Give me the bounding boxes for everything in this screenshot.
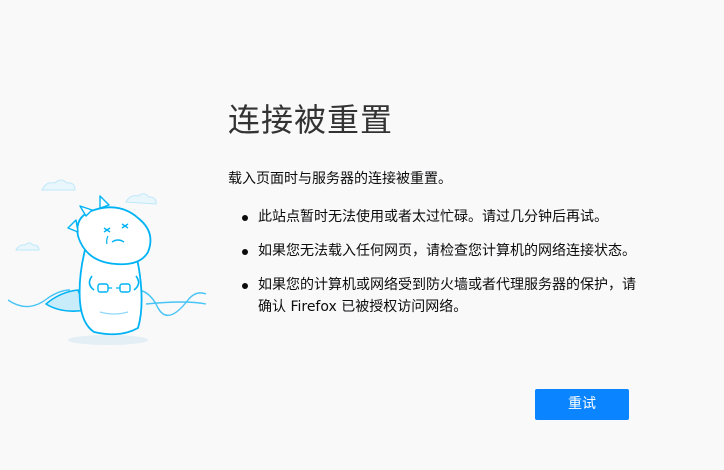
network-dinosaur-unplugged-illustration: [8, 179, 207, 345]
error-tips-list: 此站点暂时无法使用或者太过忙碌。请过几分钟后再试。 如果您无法载入任何网页，请检…: [228, 206, 638, 318]
error-tip-text: 如果您的计算机或网络受到防火墙或者代理服务器的保护，请确认 Firefox 已被…: [258, 277, 636, 315]
error-page: 连接被重置 载入页面时与服务器的连接被重置。 此站点暂时无法使用或者太过忙碌。请…: [0, 0, 724, 470]
retry-button[interactable]: 重试: [535, 389, 629, 420]
bullet-icon: [242, 215, 248, 221]
error-description: 载入页面时与服务器的连接被重置。: [228, 171, 452, 187]
error-tip: 如果您无法载入任何网页，请检查您计算机的网络连接状态。: [228, 240, 640, 262]
bullet-icon: [242, 283, 248, 289]
error-tip-text: 如果您无法载入任何网页，请检查您计算机的网络连接状态。: [258, 243, 636, 259]
error-tip: 如果您的计算机或网络受到防火墙或者代理服务器的保护，请确认 Firefox 已被…: [228, 274, 640, 318]
error-content: 连接被重置 载入页面时与服务器的连接被重置。 此站点暂时无法使用或者太过忙碌。请…: [228, 98, 638, 330]
bullet-icon: [242, 249, 248, 255]
error-tip: 此站点暂时无法使用或者太过忙碌。请过几分钟后再试。: [228, 206, 640, 228]
error-title: 连接被重置: [228, 101, 394, 139]
error-tip-text: 此站点暂时无法使用或者太过忙碌。请过几分钟后再试。: [258, 209, 608, 225]
